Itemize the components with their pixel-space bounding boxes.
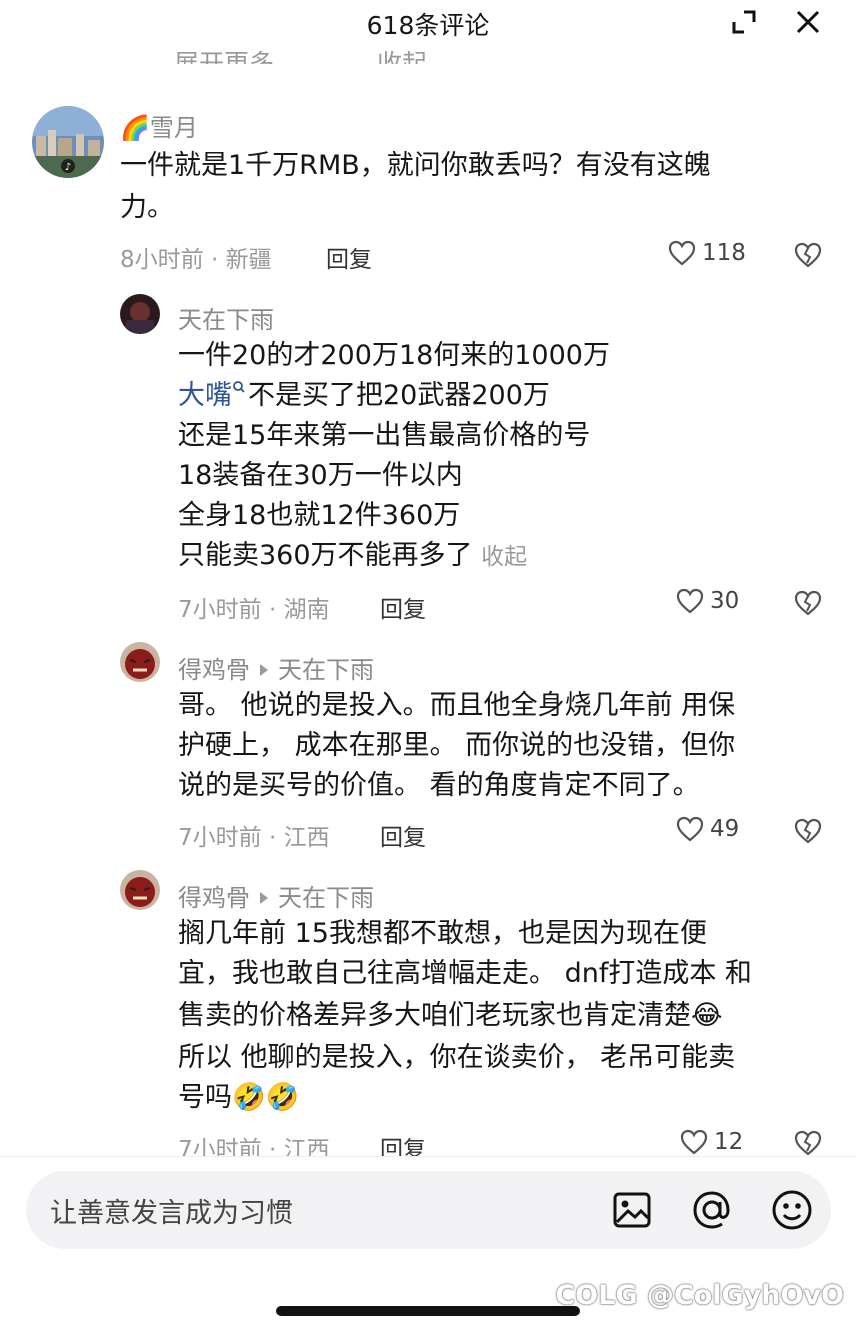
reply-arrow-icon [260,892,268,904]
expand-icon[interactable] [724,2,764,42]
avatar[interactable]: ♪ [32,106,104,178]
comment-text-line: 售卖的价格差异多大咱们老玩家也肯定清楚😂 [178,1000,723,1031]
comment-text-fragment: 不是买了把20武器200万 [248,380,550,411]
reply-button[interactable]: 回复 [380,818,426,852]
emoji-icon[interactable] [768,1186,816,1234]
watermark: COLG @ColGyhOvO [555,1280,844,1311]
heart-icon [680,1129,708,1155]
reply-target[interactable]: 天在下雨 [278,884,374,912]
like-count: 12 [714,1129,744,1155]
dislike-icon[interactable] [794,1130,822,1156]
comment-text-line: 力。 [120,192,174,223]
comment-text-line: 只能卖360万不能再多了 收起 [178,536,527,577]
search-icon [233,381,245,393]
collapse-link-top[interactable]: 收起 [377,44,427,64]
comment-text-line: 搁几年前 15我想都不敢想，也是因为现在便 [178,918,707,949]
comment-username: 得鸡骨 天在下雨 [178,878,374,913]
like-count: 30 [710,588,740,614]
comment-text-line: 宜，我也敢自己往高增幅走走。 dnf打造成本 和 [178,958,752,989]
like-button[interactable]: 49 [676,816,739,842]
like-button[interactable]: 30 [676,588,739,614]
reply-arrow-icon [260,664,268,676]
comment-meta: 7小时前 · 湖南 [178,597,330,623]
comment-input-placeholder: 让善意发言成为习惯 [50,1198,293,1229]
image-icon[interactable] [608,1186,656,1234]
avatar[interactable] [120,642,160,682]
mention-icon[interactable] [688,1186,736,1234]
comment-text-line: 说的是买号的价值。 看的角度肯定不同了。 [178,770,700,801]
dislike-icon[interactable] [794,242,822,272]
dislike-icon[interactable] [794,590,822,620]
reply-button[interactable]: 回复 [326,240,372,274]
comment-text-line: 哥。 他说的是投入。而且他全身烧几年前 用保 [178,690,736,721]
like-button[interactable]: 118 [668,240,746,266]
comment-meta: 7小时前 · 江西 [178,825,330,851]
reply-author[interactable]: 得鸡骨 [178,656,250,684]
comment-meta: 7小时前 · 江西 [178,1137,330,1156]
search-link[interactable]: 大嘴 [178,380,232,411]
reply-target[interactable]: 天在下雨 [278,656,374,684]
comment-meta: 8小时前 · 新疆 [120,247,272,273]
comment-text-line: 全身18也就12件360万 [178,500,461,531]
like-count: 118 [702,240,746,266]
heart-icon [676,816,704,842]
comment-text-line: 一件就是1千万RMB，就问你敢丢吗？有没有这魄 [120,150,711,181]
reply-author[interactable]: 得鸡骨 [178,884,250,912]
comment-text-line: 所以 他聊的是投入，你在谈卖价， 老吊可能卖 [178,1042,736,1073]
avatar[interactable] [120,870,160,910]
heart-icon [668,240,696,266]
comment-text-line: 一件20的才200万18何来的1000万 [178,340,610,371]
avatar[interactable] [120,294,160,334]
comment-username[interactable]: 天在下雨 [178,300,274,335]
close-icon[interactable] [788,2,828,42]
collapse-button[interactable]: 收起 [481,544,527,570]
svg-text:♪: ♪ [65,162,71,173]
comment-text-line: 大嘴 不是买了把20武器200万 [178,376,550,416]
home-indicator[interactable] [276,1306,580,1316]
comment-text-line: 护硬上， 成本在那里。 而你说的也没错，但你 [178,730,736,761]
comment-text-fragment: 只能卖360万不能再多了 [178,540,473,571]
like-button[interactable]: 12 [680,1128,743,1156]
reply-button[interactable]: 回复 [380,590,426,624]
comment-text-line: 还是15年来第一出售最高价格的号 [178,420,591,451]
like-count: 49 [710,816,740,842]
comment-text-line: 18装备在30万一件以内 [178,460,463,491]
comment-username: 得鸡骨 天在下雨 [178,650,374,685]
comment-text-line: 号吗🤣🤣 [178,1082,300,1113]
expand-more-link[interactable]: 展开更多 [174,44,274,64]
reply-button[interactable]: 回复 [380,1130,426,1156]
comment-username[interactable]: 🌈雪月 [120,108,198,143]
dislike-icon[interactable] [794,818,822,848]
heart-icon [676,588,704,614]
